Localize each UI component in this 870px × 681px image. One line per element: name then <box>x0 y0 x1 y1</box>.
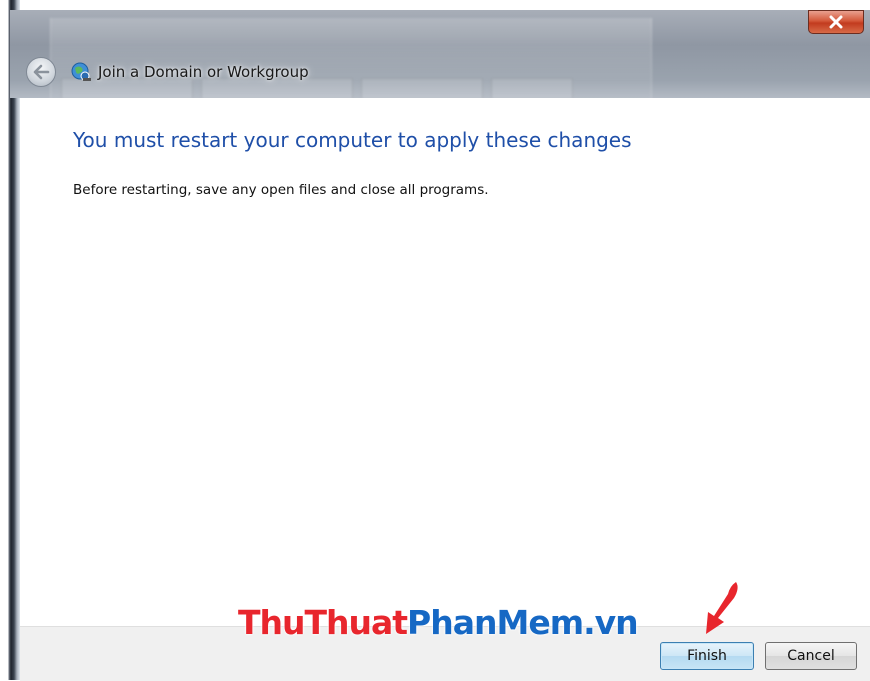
background-window-ghost <box>50 18 652 98</box>
wizard-content: You must restart your computer to apply … <box>20 98 870 626</box>
back-button[interactable] <box>26 57 56 87</box>
window-title-text: Join a Domain or Workgroup <box>98 63 309 81</box>
back-arrow-icon <box>33 64 50 80</box>
red-arrow-pointer-icon <box>706 582 738 634</box>
page-heading: You must restart your computer to apply … <box>73 128 632 152</box>
network-globe-icon <box>71 62 91 81</box>
finish-button[interactable]: Finish <box>660 642 754 670</box>
window-frame-left <box>0 0 20 680</box>
window-title: Join a Domain or Workgroup <box>70 59 309 85</box>
watermark-red-text: ThuThuat <box>238 602 408 642</box>
close-x-icon <box>829 15 843 29</box>
close-button[interactable] <box>808 10 864 34</box>
watermark-logo: ThuThuat PhanMem.vn <box>238 600 639 644</box>
restart-message: Before restarting, save any open files a… <box>73 182 489 198</box>
cancel-button[interactable]: Cancel <box>765 642 857 670</box>
watermark-blue-text: PhanMem.vn <box>407 602 639 642</box>
